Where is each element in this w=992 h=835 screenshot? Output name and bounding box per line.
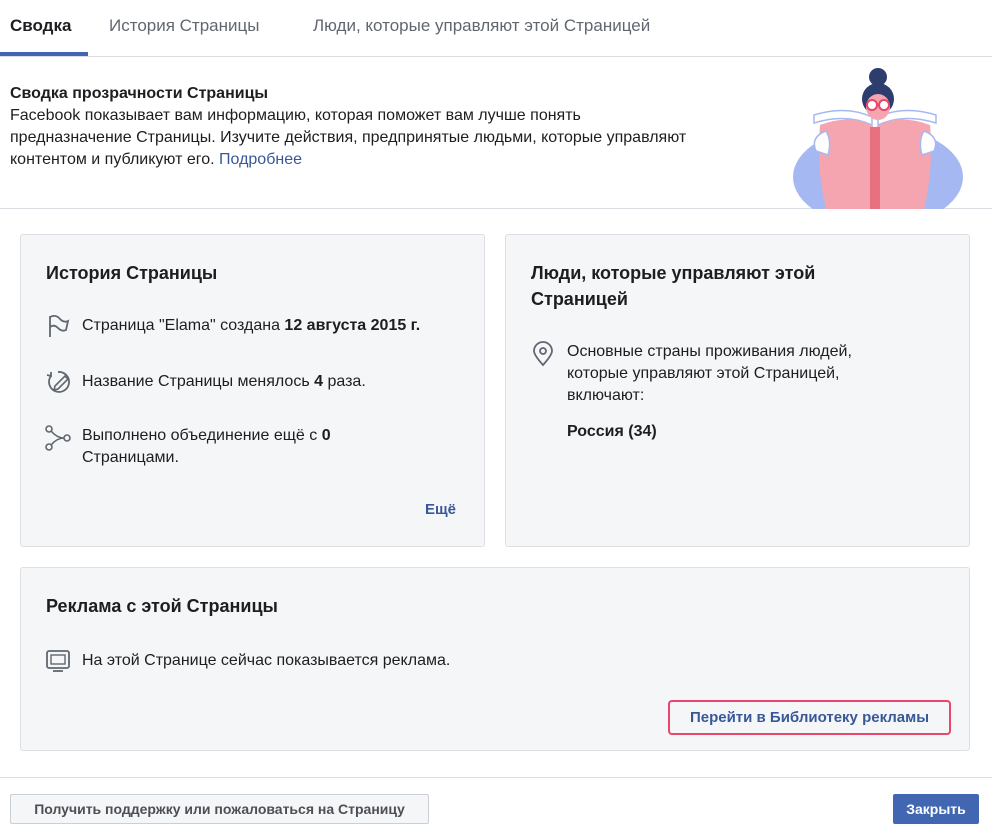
page-history-card: История Страницы Страница "Elama" создан…	[20, 234, 485, 547]
tab-summary[interactable]: Сводка	[10, 16, 71, 36]
flag-icon	[49, 314, 70, 337]
summary-text: Facebook показывает вам информацию, кото…	[10, 107, 687, 168]
monitor-icon	[46, 650, 70, 672]
support-report-button[interactable]: Получить поддержку или пожаловаться на С…	[10, 794, 429, 824]
learn-more-link[interactable]: Подробнее	[219, 151, 302, 168]
ads-status-text: На этой Странице сейчас показывается рек…	[82, 652, 451, 669]
summary-title: Сводка прозрачности Страницы	[10, 85, 269, 102]
dialog-footer: Получить поддержку или пожаловаться на С…	[0, 777, 992, 835]
history-more-link[interactable]: Ещё	[425, 501, 456, 518]
people-countries-desc: Основные страны проживания людей, которы…	[567, 343, 852, 404]
tab-page-history[interactable]: История Страницы	[109, 16, 259, 36]
history-row-renamed: Название Страницы менялось 4 раза.	[45, 369, 465, 397]
go-to-ad-library-button[interactable]: Перейти в Библиотеку рекламы	[668, 700, 951, 735]
people-country-value: Россия (34)	[567, 423, 657, 440]
people-managing-card: Люди, которые управляют этой Страницей Ос…	[505, 234, 970, 547]
history-renamed-text: Название Страницы менялось 4 раза.	[82, 373, 366, 390]
edit-history-icon	[46, 371, 70, 393]
person-reading-book-illustration	[793, 68, 963, 209]
page-history-title: История Страницы	[46, 263, 218, 283]
active-tab-indicator	[0, 52, 88, 56]
tab-people-managing[interactable]: Люди, которые управляют этой Страницей	[313, 16, 650, 36]
location-pin-icon	[533, 341, 553, 367]
history-row-merged: Выполнено объединение ещё с 0 Страницами.	[45, 423, 465, 473]
history-created-text: Страница "Elama" создана 12 августа 2015…	[82, 317, 421, 334]
transparency-summary: Сводка прозрачности Страницы Facebook по…	[0, 57, 992, 209]
merge-icon	[45, 425, 71, 451]
history-row-created: Страница "Elama" создана 12 августа 2015…	[45, 313, 465, 341]
ads-card: Реклама с этой Страницы На этой Странице…	[20, 567, 970, 751]
summary-description: Facebook показывает вам информацию, кото…	[10, 105, 690, 171]
ads-title: Реклама с этой Страницы	[46, 596, 278, 616]
tab-bar: Сводка История Страницы Люди, которые уп…	[0, 0, 992, 57]
history-merged-text: Выполнено объединение ещё с 0 Страницами.	[82, 427, 331, 466]
people-managing-title: Люди, которые управляют этой Страницей	[531, 263, 816, 309]
close-button[interactable]: Закрыть	[893, 794, 979, 824]
